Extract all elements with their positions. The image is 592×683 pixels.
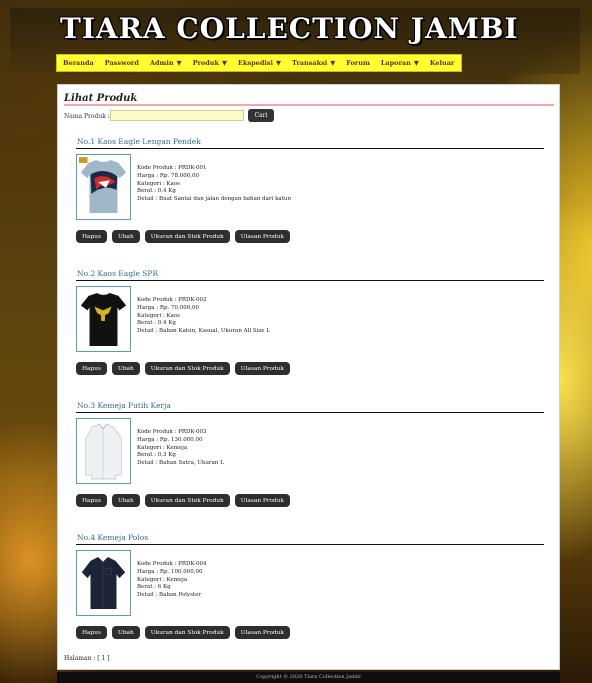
caret-down-icon: ▼: [330, 59, 336, 67]
caret-down-icon: ▼: [275, 59, 281, 67]
product-code: Kode Produk : PRDK-002: [137, 297, 207, 303]
product-code: Kode Produk : PRDK-001: [137, 165, 207, 171]
caret-down-icon: ▼: [222, 59, 228, 67]
product-category: Kategori : Kaos: [137, 180, 180, 187]
footer-copyright: Copyright © 2020 Tiara Collection Jambi: [57, 672, 560, 683]
product-image-shirt-navy: [76, 550, 131, 616]
delete-button[interactable]: Hapus: [76, 230, 107, 243]
review-button[interactable]: Ulasan Produk: [234, 494, 291, 507]
site-title: TIARA COLLECTION JAMBI: [60, 12, 519, 45]
product-detail: Detail : Bahan Sutra, Ukuran L: [137, 460, 224, 467]
product-weight: Berat : 0.4 Kg: [137, 320, 176, 327]
main-navbar: Beranda Password Admin ▼ Produk ▼ Ekspedis…: [56, 54, 462, 72]
product-details: Kode Produk : PRDK-001 Harga : Rp. 78.00…: [137, 165, 291, 204]
nav-beranda[interactable]: Beranda: [63, 59, 94, 67]
product-actions: Hapus Ubah Ukuran dan Stok Produk Ulasan…: [76, 230, 291, 243]
product-category: Kategori : Kemeja: [137, 444, 188, 451]
review-button[interactable]: Ulasan Produk: [234, 362, 291, 375]
product-actions: Hapus Ubah Ukuran dan Stok Produk Ulasan…: [76, 626, 291, 639]
product-actions: Hapus Ubah Ukuran dan Stok Produk Ulasan…: [76, 362, 291, 375]
product-details: Kode Produk : PRDK-003 Harga : Rp. 130.0…: [137, 429, 224, 468]
product-title: No.2 Kaos Eagle SPR: [77, 269, 159, 278]
product-code: Kode Produk : PRDK-004: [137, 561, 207, 567]
size-stock-button[interactable]: Ukuran dan Stok Produk: [144, 626, 230, 639]
nav-password[interactable]: Password: [105, 59, 139, 67]
edit-button[interactable]: Ubah: [111, 230, 140, 243]
product-price: Harga : Rp. 70.000,00: [137, 304, 200, 311]
product-detail: Detail : Bahan Katun, Kasual, Ukuran All…: [137, 328, 270, 335]
product-detail: Detail : Buat Santai dan jalan dengan ba…: [137, 196, 291, 203]
product-card: No.4 Kemeja Polos Kode Produk : PRDK-004…: [76, 533, 546, 651]
nav-produk[interactable]: Produk ▼: [193, 59, 227, 67]
product-weight: Berat : 0.4 Kg: [137, 188, 176, 195]
product-weight: Berat : 0.3 Kg: [137, 452, 176, 459]
size-stock-button[interactable]: Ukuran dan Stok Produk: [144, 230, 230, 243]
product-divider: [76, 544, 544, 545]
product-image-tshirt-eagle: [76, 154, 131, 220]
product-card: No.1 Kaos Eagle Lengan Pendek Kode Produ…: [76, 137, 546, 255]
nav-forum[interactable]: Forum: [346, 59, 370, 67]
pagination[interactable]: Halaman : [ 1 ]: [64, 655, 110, 662]
nav-transaksi[interactable]: Transaksi ▼: [292, 59, 335, 67]
search-button[interactable]: Cari: [248, 109, 274, 122]
nav-laporan[interactable]: Laporan ▼: [381, 59, 419, 67]
product-title: No.1 Kaos Eagle Lengan Pendek: [77, 137, 201, 146]
nav-admin[interactable]: Admin ▼: [150, 59, 182, 67]
product-details: Kode Produk : PRDK-004 Harga : Rp. 100.0…: [137, 561, 207, 600]
size-stock-button[interactable]: Ukuran dan Stok Produk: [144, 494, 230, 507]
product-actions: Hapus Ubah Ukuran dan Stok Produk Ulasan…: [76, 494, 291, 507]
page-title: Lihat Produk: [64, 93, 138, 104]
product-category: Kategori : Kaos: [137, 312, 180, 319]
product-code: Kode Produk : PRDK-003: [137, 429, 207, 435]
delete-button[interactable]: Hapus: [76, 494, 107, 507]
product-price: Harga : Rp. 78.000,00: [137, 172, 200, 179]
caret-down-icon: ▼: [176, 59, 182, 67]
product-price: Harga : Rp. 130.000,00: [137, 436, 203, 443]
review-button[interactable]: Ulasan Produk: [234, 230, 291, 243]
product-image-shirt-white: [76, 418, 131, 484]
product-image-tshirt-black: [76, 286, 131, 352]
product-divider: [76, 148, 544, 149]
content-panel: Lihat Produk Nama Produk : Cari No.1 Kao…: [57, 84, 560, 670]
size-stock-button[interactable]: Ukuran dan Stok Produk: [144, 362, 230, 375]
review-button[interactable]: Ulasan Produk: [234, 626, 291, 639]
title-divider: [64, 104, 554, 106]
product-card: No.2 Kaos Eagle SPR Kode Produk : PRDK-0…: [76, 269, 546, 387]
product-title: No.3 Kemeja Putih Kerja: [77, 401, 171, 410]
edit-button[interactable]: Ubah: [111, 494, 140, 507]
delete-button[interactable]: Hapus: [76, 626, 107, 639]
product-weight: Berat : 6 Kg: [137, 584, 171, 591]
product-divider: [76, 280, 544, 281]
delete-button[interactable]: Hapus: [76, 362, 107, 375]
product-title: No.4 Kemeja Polos: [77, 533, 149, 542]
search-input[interactable]: [110, 110, 244, 121]
edit-button[interactable]: Ubah: [111, 626, 140, 639]
product-card: No.3 Kemeja Putih Kerja Kode Produk : PR…: [76, 401, 546, 519]
product-details: Kode Produk : PRDK-002 Harga : Rp. 70.00…: [137, 297, 270, 336]
nav-ekspedisi[interactable]: Ekspedisi ▼: [238, 59, 281, 67]
search-label: Nama Produk :: [64, 113, 110, 120]
product-detail: Detail : Bahan Polyster: [137, 592, 202, 599]
caret-down-icon: ▼: [413, 59, 419, 67]
product-price: Harga : Rp. 100.000,00: [137, 568, 203, 575]
product-divider: [76, 412, 544, 413]
product-category: Kategori : Kemeja: [137, 576, 188, 583]
edit-button[interactable]: Ubah: [111, 362, 140, 375]
nav-keluar[interactable]: Keluar: [430, 59, 454, 67]
